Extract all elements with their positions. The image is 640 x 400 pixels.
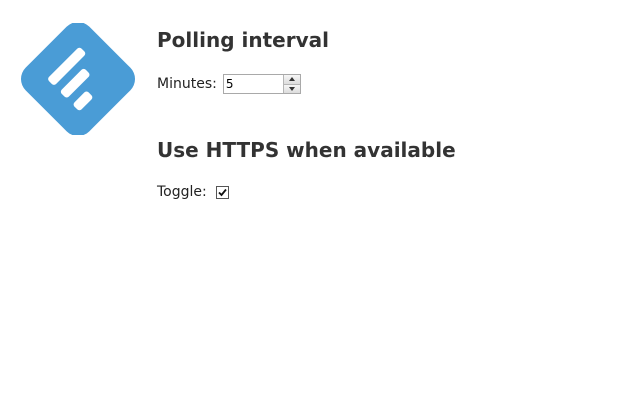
stepper-buttons xyxy=(282,75,300,93)
decrement-button[interactable] xyxy=(283,83,300,93)
https-heading: Use HTTPS when available xyxy=(157,138,456,162)
toggle-label: Toggle: xyxy=(157,184,207,200)
minutes-stepper[interactable] xyxy=(222,74,301,94)
polling-interval-heading: Polling interval xyxy=(157,28,329,52)
minutes-label: Minutes: xyxy=(157,76,217,92)
arrow-up-icon xyxy=(288,77,295,82)
https-checkbox[interactable] xyxy=(215,185,229,199)
increment-button[interactable] xyxy=(283,75,300,84)
options-page: Polling interval Minutes: Use HTTPS when… xyxy=(0,0,640,400)
arrow-down-icon xyxy=(288,86,295,91)
minutes-row: Minutes: xyxy=(157,74,301,94)
toggle-row: Toggle: xyxy=(157,184,229,200)
minutes-input[interactable] xyxy=(223,75,283,93)
checkmark-icon xyxy=(218,188,227,196)
feedly-logo-icon xyxy=(16,23,140,135)
